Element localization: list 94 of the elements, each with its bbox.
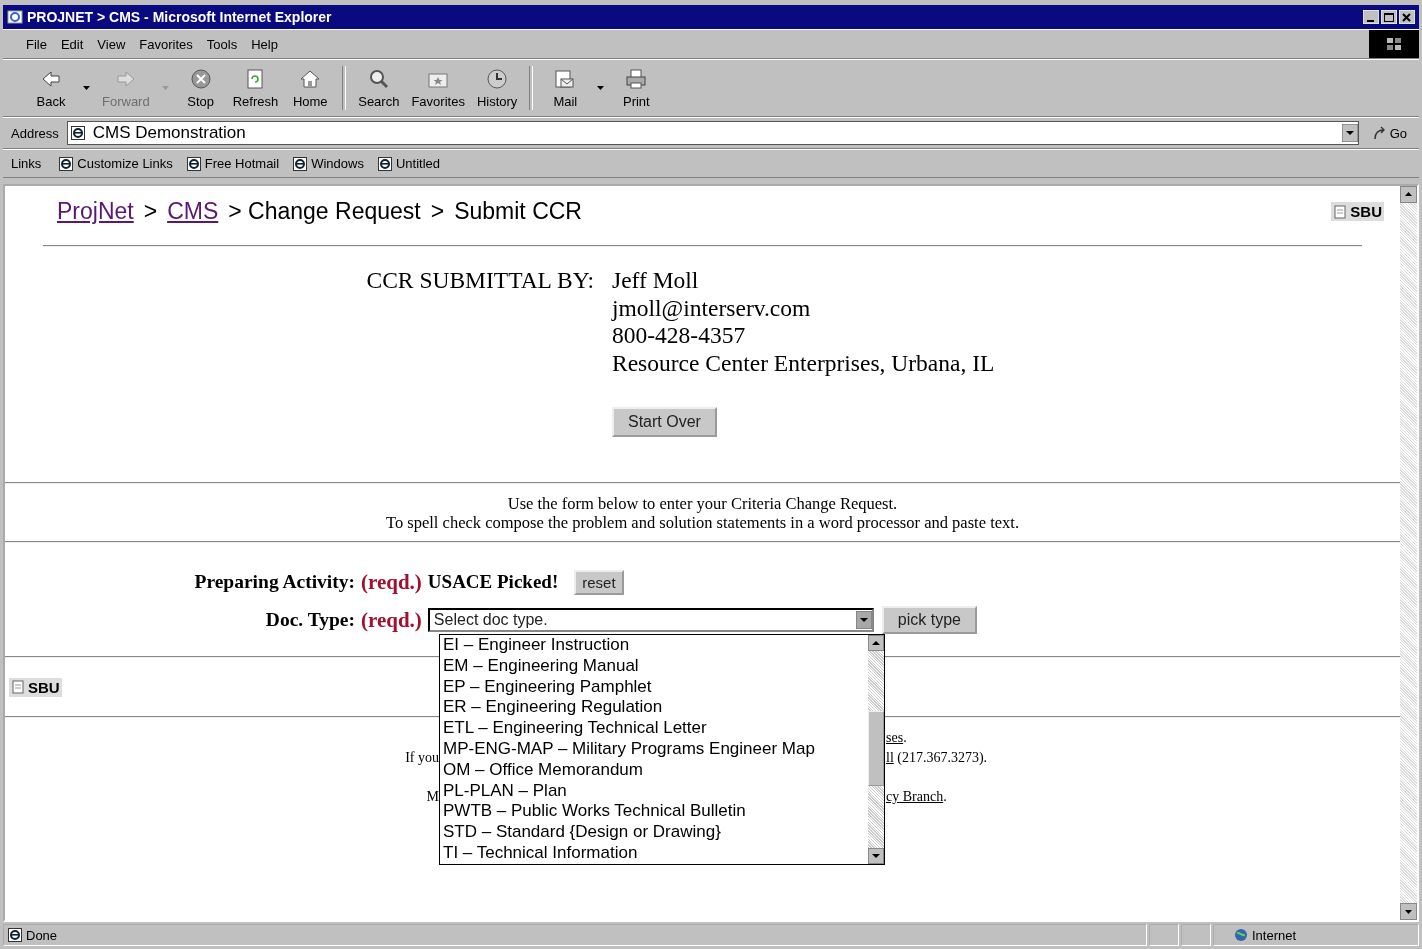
caret-icon[interactable] xyxy=(597,86,605,90)
footer-text: . xyxy=(943,789,947,804)
dropdown-option[interactable]: EP – Engineering Pamphlet xyxy=(443,676,868,698)
document-icon xyxy=(11,680,25,694)
menu-item[interactable]: View xyxy=(92,36,131,52)
close-button[interactable] xyxy=(1399,10,1415,24)
browser-icon xyxy=(7,9,23,25)
footer-text: . xyxy=(903,730,907,745)
toolbar-button[interactable]: Back xyxy=(25,67,77,109)
page-icon xyxy=(59,156,74,171)
dropdown-button[interactable] xyxy=(1341,124,1358,142)
toolbar-button[interactable]: History xyxy=(470,67,524,109)
required-label: (reqd.) xyxy=(361,569,422,595)
globe-icon xyxy=(1234,928,1248,942)
window-title: PROJNET > CMS - Microsoft Internet Explorer xyxy=(27,9,333,25)
dropdown-option[interactable]: STD – Standard {Design or Drawing} xyxy=(443,822,868,843)
page-icon xyxy=(70,126,85,140)
status-pane xyxy=(1149,924,1179,946)
breadcrumb-text: > Change Request xyxy=(228,198,421,225)
menu-item[interactable]: Edit xyxy=(55,36,89,52)
toolbar-button[interactable]: Search xyxy=(352,67,406,109)
toolbar-button[interactable]: Refresh xyxy=(226,67,285,109)
minimize-button[interactable] xyxy=(1363,10,1379,24)
footer-text: (217.367.3273). xyxy=(896,749,988,765)
arrow-icon xyxy=(1372,126,1387,140)
sbu-badge: SBU xyxy=(9,677,62,697)
pick-type-button[interactable]: pick type xyxy=(881,606,977,634)
windows-logo-icon xyxy=(1385,36,1403,52)
toolbar-button[interactable]: Favorites xyxy=(405,67,471,109)
breadcrumb-link[interactable]: ProjNet xyxy=(57,198,134,225)
instruction-text: To spell check compose the problem and solution statements in a word processor and paste text. xyxy=(385,513,1020,532)
toolbar-button[interactable]: Home xyxy=(284,67,337,109)
dropdown-option[interactable]: MP-ENG-MAP – Military Programs Engineer Map xyxy=(443,739,868,760)
footer-text: If you xyxy=(405,749,439,765)
reset-button[interactable]: reset xyxy=(574,569,624,595)
submitter-detail: Resource Center Enterprises, Urbana, IL xyxy=(612,349,995,377)
links-item[interactable]: Windows xyxy=(293,156,364,171)
go-button[interactable]: Go xyxy=(1362,125,1419,141)
scroll-thumb[interactable] xyxy=(868,711,884,786)
dropdown-option[interactable]: PWTB – Public Works Technical Bulletin xyxy=(443,801,868,823)
menu-item[interactable]: File xyxy=(21,36,52,52)
security-zone: Internet xyxy=(1213,924,1419,946)
breadcrumb-text: Submit CCR xyxy=(454,198,582,225)
toolbar-button[interactable]: Mail xyxy=(539,67,592,109)
field-label: Preparing Activity: xyxy=(193,571,355,593)
submitter-detail: Jeff Moll xyxy=(612,267,700,295)
submitter-label: CCR SUBMITTAL BY: xyxy=(365,267,595,295)
menu-item[interactable]: Tools xyxy=(201,36,243,52)
links-label: Links xyxy=(10,156,43,171)
links-item[interactable]: Customize Links xyxy=(59,156,173,171)
dropdown-option[interactable]: TI – Technical Information xyxy=(443,842,868,864)
maximize-button[interactable] xyxy=(1381,10,1397,24)
list-scrollbar[interactable] xyxy=(868,635,884,864)
links-item[interactable]: Untitled xyxy=(377,156,440,171)
scrollbar[interactable] xyxy=(1400,186,1417,920)
submitter-detail: jmoll@interserv.com xyxy=(612,294,812,322)
address-label: Address xyxy=(10,125,60,141)
dropdown-arrow-icon xyxy=(855,611,872,629)
address-field[interactable]: CMS Demonstration xyxy=(66,121,1359,145)
page-icon xyxy=(377,156,392,171)
breadcrumb-text: > xyxy=(143,198,158,225)
dropdown-option[interactable]: EI – Engineer Instruction xyxy=(443,635,868,656)
printer-icon xyxy=(624,67,649,91)
menu-item[interactable]: Favorites xyxy=(134,36,198,52)
footer-link[interactable]: ll xyxy=(886,749,894,765)
dropdown-option[interactable]: PL-PLAN – Plan xyxy=(443,780,868,802)
instruction-text: Use the form below to enter your Criteria Change Request. xyxy=(506,494,899,513)
page-icon xyxy=(293,156,308,171)
breadcrumb-link[interactable]: CMS xyxy=(167,198,219,225)
toolbar-button[interactable]: Stop xyxy=(174,67,227,109)
breadcrumb-text: > xyxy=(430,198,445,225)
toolbar-button[interactable]: Print xyxy=(610,67,663,109)
doc-type-select[interactable]: Select doc type. xyxy=(427,608,874,632)
required-label: (reqd.) xyxy=(361,607,422,633)
start-over-button[interactable]: Start Over xyxy=(612,407,717,437)
caret-icon[interactable] xyxy=(83,86,90,90)
status-pane xyxy=(1181,924,1211,946)
stop-icon xyxy=(188,67,213,91)
links-item[interactable]: Free Hotmail xyxy=(186,156,280,171)
page-icon xyxy=(8,928,22,942)
field-value: USACE Picked! xyxy=(427,571,559,593)
dropdown-option[interactable]: ER – Engineering Regulation xyxy=(443,697,868,719)
page-icon xyxy=(186,156,201,171)
menu-item[interactable]: Help xyxy=(246,36,283,52)
dropdown-option[interactable]: OM – Office Memorandum xyxy=(443,759,868,781)
sbu-badge: SBU xyxy=(1331,202,1384,221)
dropdown-option[interactable]: ETL – Engineering Technical Letter xyxy=(443,718,868,739)
dropdown-option[interactable]: EM – Engineering Manual xyxy=(443,655,868,677)
submitter-detail: 800-428-4357 xyxy=(612,322,747,350)
document-icon xyxy=(1333,204,1348,219)
clock-icon xyxy=(485,67,510,91)
field-label: Doc. Type: xyxy=(264,609,355,631)
status-text: Done xyxy=(3,924,1147,946)
footer-text: M xyxy=(426,789,439,804)
